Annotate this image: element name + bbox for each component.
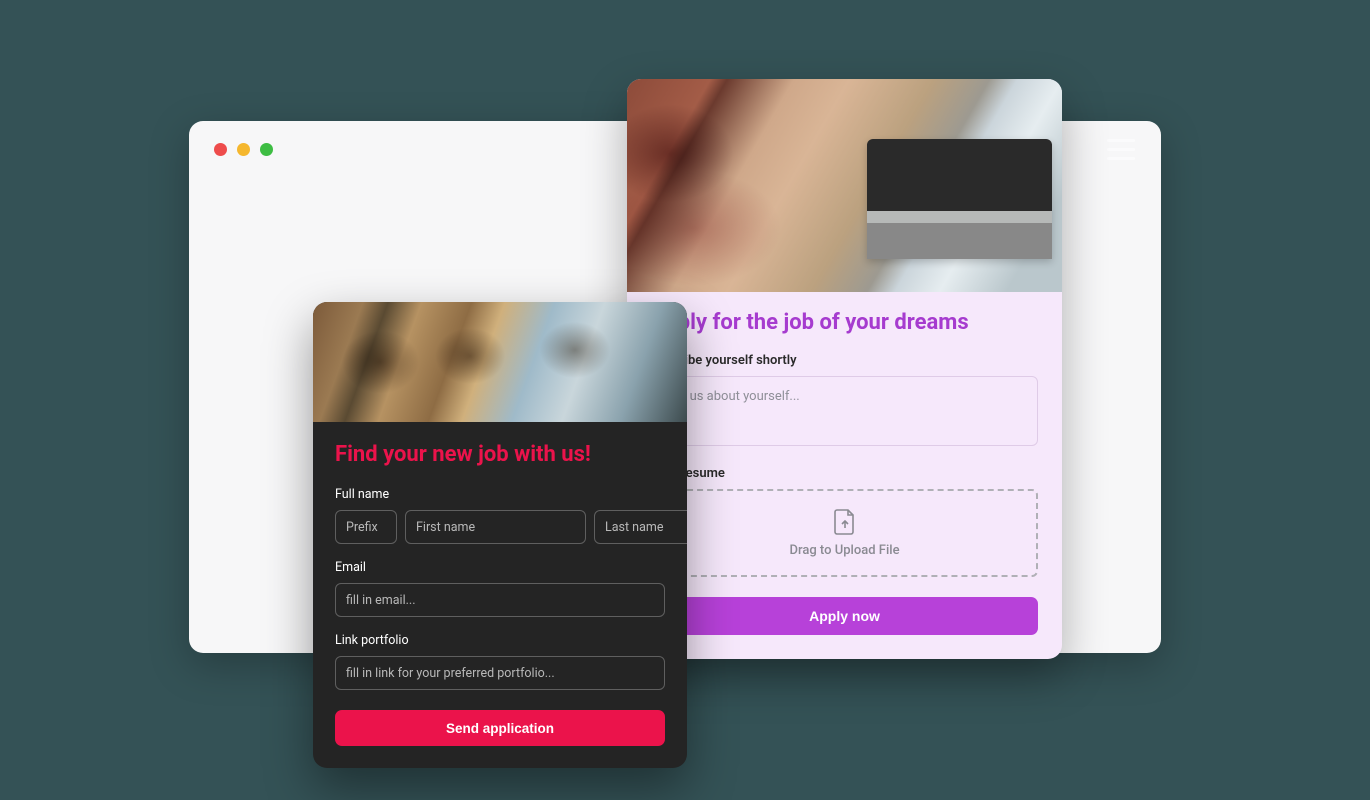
fullname-label: Full name bbox=[335, 487, 665, 502]
window-close-button[interactable] bbox=[214, 143, 227, 156]
email-label: Email bbox=[335, 560, 665, 575]
window-minimize-button[interactable] bbox=[237, 143, 250, 156]
apply-title: Apply for the job of your dreams bbox=[651, 310, 1038, 335]
send-application-button[interactable]: Send application bbox=[335, 710, 665, 746]
apply-form-card: Apply for the job of your dreams Describ… bbox=[627, 79, 1062, 659]
lastname-input[interactable] bbox=[594, 510, 687, 544]
resume-label: Your resume bbox=[651, 466, 1038, 481]
portfolio-input[interactable] bbox=[335, 656, 665, 690]
describe-input[interactable] bbox=[651, 376, 1038, 446]
apply-now-button[interactable]: Apply now bbox=[651, 597, 1038, 635]
upload-text: Drag to Upload File bbox=[789, 543, 899, 558]
portfolio-label: Link portfolio bbox=[335, 633, 665, 648]
email-input[interactable] bbox=[335, 583, 665, 617]
hamburger-icon[interactable] bbox=[1107, 139, 1135, 161]
job-form-card: Find your new job with us! Full name Ema… bbox=[313, 302, 687, 768]
firstname-input[interactable] bbox=[405, 510, 586, 544]
window-maximize-button[interactable] bbox=[260, 143, 273, 156]
apply-hero-image bbox=[627, 79, 1062, 292]
resume-upload-zone[interactable]: Drag to Upload File bbox=[651, 489, 1038, 577]
file-upload-icon bbox=[834, 509, 856, 535]
describe-label: Describe yourself shortly bbox=[651, 353, 1038, 368]
window-controls bbox=[214, 143, 273, 156]
job-hero-image bbox=[313, 302, 687, 422]
job-title: Find your new job with us! bbox=[335, 442, 665, 467]
prefix-input[interactable] bbox=[335, 510, 397, 544]
